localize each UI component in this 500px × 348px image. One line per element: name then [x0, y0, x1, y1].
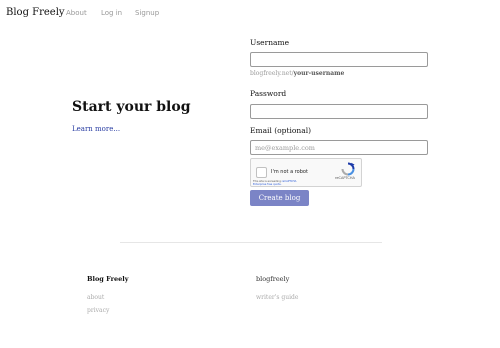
footer-divider [120, 242, 382, 243]
email-input[interactable] [250, 140, 428, 155]
nav-link-signup[interactable]: Signup [135, 9, 159, 17]
recaptcha-widget: I'm not a robot reCAPTCHA This site is e… [250, 158, 362, 187]
learn-more-link[interactable]: Learn more... [72, 125, 120, 133]
recaptcha-checkbox[interactable] [256, 167, 267, 178]
nav-link-about[interactable]: About [66, 9, 87, 17]
footer-col1-title: Blog Freely [87, 275, 129, 283]
footer-link-privacy[interactable]: privacy [87, 307, 109, 314]
hero-title: Start your blog [72, 99, 191, 115]
username-hint-prefix: blogfreely.net/ [250, 70, 294, 77]
username-hint-suffix: your-username [293, 70, 345, 77]
recaptcha-brand: reCAPTCHA [335, 176, 355, 180]
username-label: Username [250, 38, 290, 47]
footer-link-writers-guide[interactable]: writer's guide [256, 294, 298, 301]
brand-link[interactable]: Blog Freely [6, 7, 65, 18]
recaptcha-logo-icon [341, 162, 355, 176]
recaptcha-fine-print-link[interactable]: reCAPTCHA [282, 180, 297, 183]
recaptcha-fine-print-line2[interactable]: Enterprise free quota. [253, 183, 281, 186]
top-nav: Blog Freely About Log in Signup [0, 0, 500, 28]
password-input[interactable] [250, 104, 428, 119]
recaptcha-label: I'm not a robot [271, 169, 308, 175]
password-label: Password [250, 89, 287, 98]
recaptcha-fine-print: This site is exceeding reCAPTCHA Enterpr… [253, 180, 296, 186]
footer-link-about[interactable]: about [87, 294, 104, 301]
create-blog-button[interactable]: Create blog [250, 190, 309, 206]
footer-col2-title: blogfreely [256, 275, 290, 283]
email-label: Email (optional) [250, 126, 312, 135]
username-input[interactable] [250, 52, 428, 67]
nav-link-login[interactable]: Log in [101, 9, 122, 17]
username-hint: blogfreely.net/your-username [250, 70, 344, 77]
